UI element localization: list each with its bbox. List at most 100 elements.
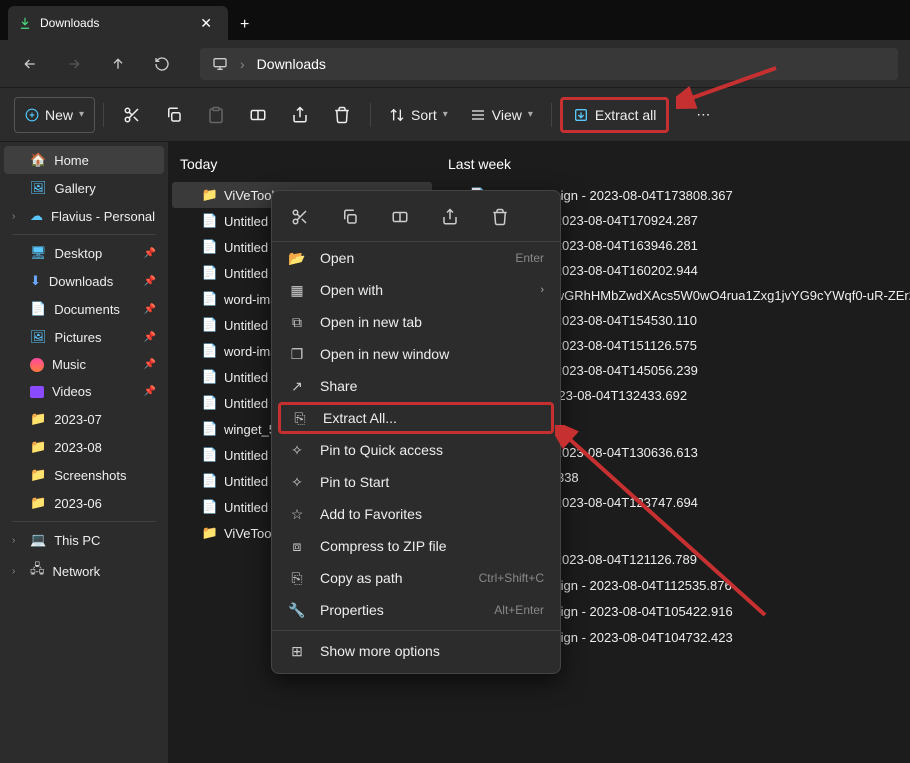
rename-button[interactable] [238, 97, 278, 133]
toolbar: New ▾ Sort ▾ View ▾ Extract all ⋯ [0, 88, 910, 142]
share-button[interactable] [280, 97, 320, 133]
sidebar-item-desktop[interactable]: 🖥Desktop📌 [4, 239, 164, 267]
ctx-open-new-tab[interactable]: ⧉Open in new tab [272, 306, 560, 338]
sidebar-label: Home [54, 153, 89, 168]
new-tab-button[interactable]: + [228, 10, 261, 40]
sort-button[interactable]: Sort ▾ [379, 97, 458, 133]
ctx-open[interactable]: 📂OpenEnter [272, 242, 560, 274]
group-header-today[interactable]: Today [168, 152, 436, 182]
file-name: GPwGRhHMbZwdXAcs5W0wO4rua1Zxg1jvYG9cYWqf… [536, 288, 910, 303]
chevron-right-icon: › [240, 56, 245, 72]
documents-icon: 📄 [30, 301, 46, 317]
refresh-button[interactable] [144, 46, 180, 82]
ctx-open-with[interactable]: ▦Open with› [272, 274, 560, 306]
pc-icon [212, 56, 228, 72]
tab-downloads[interactable]: Downloads ✕ [8, 6, 228, 40]
sidebar-item-folder[interactable]: 📁2023-06 [4, 489, 164, 517]
pin-icon: 📌 [144, 304, 156, 315]
more-button[interactable]: ⋯ [683, 97, 723, 133]
ctx-label: Add to Favorites [320, 506, 422, 522]
music-icon [30, 358, 44, 372]
tab-title: Downloads [40, 16, 99, 30]
chevron-right-icon[interactable]: › [12, 535, 22, 546]
divider [272, 630, 560, 631]
sidebar-item-personal[interactable]: ›☁Flavius - Personal [4, 202, 164, 230]
ctx-share[interactable]: ↗Share [272, 370, 560, 402]
ctx-pin-quick[interactable]: ✧Pin to Quick access [272, 434, 560, 466]
sidebar-label: Videos [52, 384, 92, 399]
close-icon[interactable]: ✕ [194, 13, 218, 34]
group-header-lastweek[interactable]: Last week [436, 152, 910, 182]
more-icon: ⊞ [288, 642, 306, 660]
path-icon: ⎘ [288, 569, 306, 587]
sidebar-item-home[interactable]: 🏠 Home [4, 146, 164, 174]
cut-button[interactable] [284, 201, 316, 233]
sidebar-item-network[interactable]: ›🖧Network [4, 554, 164, 588]
wrench-icon: 🔧 [288, 601, 306, 619]
delete-button[interactable] [484, 201, 516, 233]
up-button[interactable] [100, 46, 136, 82]
view-button[interactable]: View ▾ [460, 97, 543, 133]
chevron-right-icon[interactable]: › [12, 566, 22, 577]
ctx-label: Open in new window [320, 346, 449, 362]
cloud-icon: ☁ [30, 208, 43, 224]
pin-icon: ✧ [288, 473, 306, 491]
rename-button[interactable] [384, 201, 416, 233]
ctx-show-more[interactable]: ⊞Show more options [272, 635, 560, 667]
sidebar-item-downloads[interactable]: ⬇Downloads📌 [4, 267, 164, 295]
file-icon: 📄 [202, 395, 218, 411]
download-icon [18, 16, 32, 30]
chevron-right-icon[interactable]: › [12, 211, 22, 222]
extract-all-button[interactable]: Extract all [560, 97, 669, 133]
cut-button[interactable] [112, 97, 152, 133]
ctx-label: Extract All... [323, 410, 397, 426]
share-button[interactable] [434, 201, 466, 233]
address-input[interactable]: › Downloads [200, 48, 898, 80]
ctx-properties[interactable]: 🔧PropertiesAlt+Enter [272, 594, 560, 626]
ctx-add-favorites[interactable]: ☆Add to Favorites [272, 498, 560, 530]
sidebar-item-gallery[interactable]: 🖼Gallery [4, 174, 164, 202]
ctx-label: Pin to Quick access [320, 442, 443, 458]
sidebar-label: 2023-08 [54, 440, 102, 455]
sidebar-item-folder[interactable]: 📁2023-07 [4, 405, 164, 433]
address-bar: › Downloads [0, 40, 910, 88]
sidebar-item-folder[interactable]: 📁Screenshots [4, 461, 164, 489]
sidebar-item-pictures[interactable]: 🖼Pictures📌 [4, 323, 164, 351]
ctx-extract-all[interactable]: ⎘Extract All... [278, 402, 554, 434]
window-icon: ❐ [288, 345, 306, 363]
sidebar-item-this-pc[interactable]: ›💻This PC [4, 526, 164, 554]
pc-icon: 💻 [30, 532, 46, 548]
pin-icon: 📌 [144, 248, 156, 259]
sidebar-item-documents[interactable]: 📄Documents📌 [4, 295, 164, 323]
ctx-copy-path[interactable]: ⎘Copy as pathCtrl+Shift+C [272, 562, 560, 594]
desktop-icon: 🖥 [30, 245, 47, 261]
sidebar-item-music[interactable]: Music📌 [4, 351, 164, 378]
back-button[interactable] [12, 46, 48, 82]
paste-button[interactable] [196, 97, 236, 133]
file-icon: 📄 [202, 421, 218, 437]
copy-button[interactable] [154, 97, 194, 133]
tab-icon: ⧉ [288, 313, 306, 331]
ctx-label: Share [320, 378, 357, 394]
shortcut-label: Alt+Enter [494, 603, 544, 617]
home-icon: 🏠 [30, 152, 46, 168]
file-icon: 📄 [202, 291, 218, 307]
breadcrumb-location[interactable]: Downloads [257, 56, 326, 72]
ctx-pin-start[interactable]: ✧Pin to Start [272, 466, 560, 498]
chevron-down-icon: ▾ [79, 109, 84, 120]
sidebar-item-videos[interactable]: Videos📌 [4, 378, 164, 405]
new-button[interactable]: New ▾ [14, 97, 95, 133]
ctx-compress[interactable]: ⧈Compress to ZIP file [272, 530, 560, 562]
ctx-open-new-window[interactable]: ❐ Open in new window [272, 338, 560, 370]
divider [12, 521, 156, 522]
delete-button[interactable] [322, 97, 362, 133]
forward-button[interactable] [56, 46, 92, 82]
copy-button[interactable] [334, 201, 366, 233]
file-icon: 📄 [202, 473, 218, 489]
sidebar-item-folder[interactable]: 📁 2023-08 [4, 433, 164, 461]
chevron-down-icon: ▾ [528, 109, 533, 120]
folder-icon: 📁 [30, 495, 46, 511]
zip-icon: 📁 [202, 187, 218, 203]
folder-icon: 📁 [30, 439, 46, 455]
folder-icon: 📁 [30, 411, 46, 427]
